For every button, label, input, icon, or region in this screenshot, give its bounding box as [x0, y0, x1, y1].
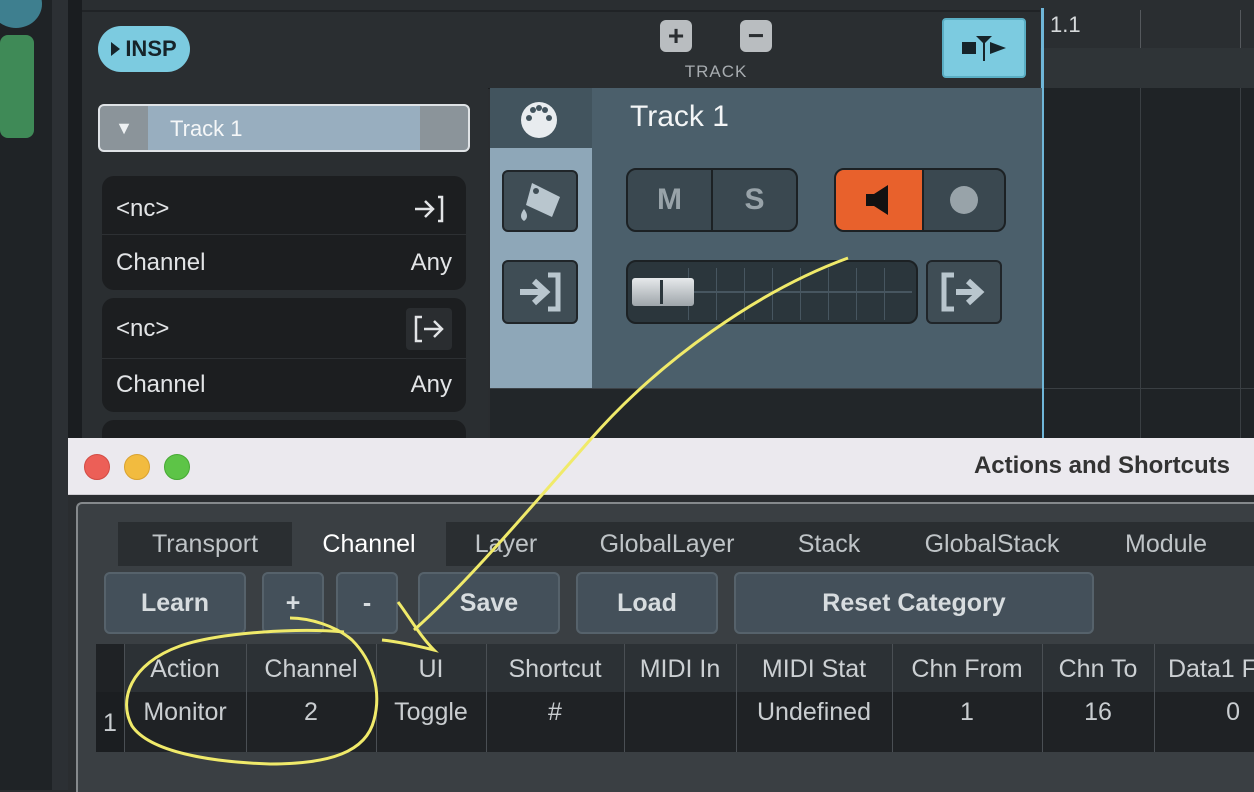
tag-icon [521, 183, 560, 221]
output-port-label[interactable]: <nc> [116, 315, 169, 343]
split-view-button[interactable] [942, 18, 1026, 78]
reset-category-button[interactable]: Reset Category [734, 572, 1094, 634]
midi-input-card: <nc> Channel Any [102, 176, 466, 290]
tab-layer[interactable]: Layer [446, 522, 566, 566]
midi-output-card: <nc> Channel Any [102, 298, 466, 412]
track-select-value: Track 1 [170, 116, 243, 141]
split-view-icon [962, 36, 1006, 61]
sidebar-gap [52, 0, 68, 790]
minus-square-icon: − [747, 20, 765, 51]
add-action-button[interactable]: + [262, 572, 324, 634]
dock-app-icon-green[interactable] [0, 35, 34, 138]
table-cell-ui[interactable]: Toggle [376, 692, 486, 732]
input-arrow-icon [520, 272, 561, 312]
zoom-window-button[interactable] [164, 454, 190, 480]
mute-button[interactable]: M [628, 170, 713, 230]
table-cell-midi-in[interactable] [624, 692, 736, 732]
column-header-midi-in[interactable]: MIDI In [624, 646, 736, 692]
close-window-button[interactable] [84, 454, 110, 480]
track-header-area [490, 88, 1042, 388]
input-channel-label: Channel [116, 249, 206, 276]
tab-globallayer[interactable]: GlobalLayer [566, 522, 768, 566]
fader-knob[interactable] [632, 278, 694, 306]
input-channel-value[interactable]: Any [411, 249, 452, 277]
track-select-dropdown[interactable]: ▼ Track 1 [98, 104, 470, 152]
table-cell-midi-stat[interactable]: Undefined [736, 692, 892, 732]
track-color-button[interactable] [502, 170, 578, 232]
triangle-down-icon: ▼ [100, 106, 148, 150]
solo-button[interactable]: S [713, 170, 796, 230]
empty-track-area[interactable] [490, 388, 1042, 441]
learn-button[interactable]: Learn [104, 572, 246, 634]
track-name-label[interactable]: Track 1 [630, 100, 729, 134]
speaker-icon [866, 185, 888, 215]
midi-port-icon[interactable] [518, 100, 560, 140]
mute-solo-group: M S [626, 168, 798, 232]
column-header-chn-to[interactable]: Chn To [1042, 646, 1154, 692]
table-cell-chn-from[interactable]: 1 [892, 692, 1042, 732]
monitor-record-group [834, 168, 1006, 232]
monitor-button[interactable] [836, 170, 924, 230]
input-port-label[interactable]: <nc> [116, 195, 169, 223]
volume-fader[interactable] [626, 260, 918, 324]
minimize-window-button[interactable] [124, 454, 150, 480]
input-arrow-icon [406, 188, 452, 230]
output-arrow-icon [941, 272, 985, 312]
table-cell-shortcut[interactable]: # [486, 692, 624, 732]
table-cell-action[interactable]: Monitor [124, 692, 246, 732]
inspector-toggle-label: INSP [125, 36, 177, 61]
column-header-ui[interactable]: UI [376, 646, 486, 692]
column-header-chn-from[interactable]: Chn From [892, 646, 1042, 692]
row-number: 1 [103, 708, 117, 737]
table-cell-chn-to[interactable]: 16 [1042, 692, 1154, 732]
tab-globalstack[interactable]: GlobalStack [890, 522, 1094, 566]
column-header-midi-stat[interactable]: MIDI Stat [736, 646, 892, 692]
midi-card-partial [102, 420, 466, 438]
output-channel-value[interactable]: Any [411, 371, 452, 399]
play-triangle-icon [111, 42, 121, 56]
column-header-action[interactable]: Action [124, 646, 246, 692]
track-output-button[interactable] [926, 260, 1002, 324]
tab-module[interactable]: Module [1094, 522, 1238, 566]
tab-stack[interactable]: Stack [768, 522, 890, 566]
ruler-position-label: 1.1 [1050, 12, 1081, 37]
window-title: Actions and Shortcuts [973, 452, 1230, 479]
table-cell-channel[interactable]: 2 [246, 692, 376, 732]
column-header-shortcut[interactable]: Shortcut [486, 646, 624, 692]
record-arm-button[interactable] [924, 170, 1004, 230]
arrange-timeline[interactable] [1040, 0, 1254, 440]
remove-action-button[interactable]: - [336, 572, 398, 634]
load-button[interactable]: Load [576, 572, 718, 634]
record-dot-icon [950, 186, 978, 214]
add-track-button[interactable]: + [660, 20, 692, 52]
output-channel-label: Channel [116, 371, 206, 398]
column-header-channel[interactable]: Channel [246, 646, 376, 692]
inspector-toggle-button[interactable]: INSP [98, 26, 190, 72]
column-header-data1[interactable]: Data1 F [1154, 646, 1254, 692]
output-arrow-icon [406, 308, 452, 350]
plus-square-icon: + [667, 20, 685, 51]
track-group-label: TRACK [684, 62, 748, 81]
save-button[interactable]: Save [418, 572, 560, 634]
remove-track-button[interactable]: − [740, 20, 772, 52]
table-cell-data1[interactable]: 0 [1154, 692, 1254, 732]
tab-transport[interactable]: Transport [118, 522, 292, 566]
toolbar-header [82, 0, 1040, 89]
track-input-button[interactable] [502, 260, 578, 324]
tab-channel[interactable]: Channel [292, 522, 446, 566]
